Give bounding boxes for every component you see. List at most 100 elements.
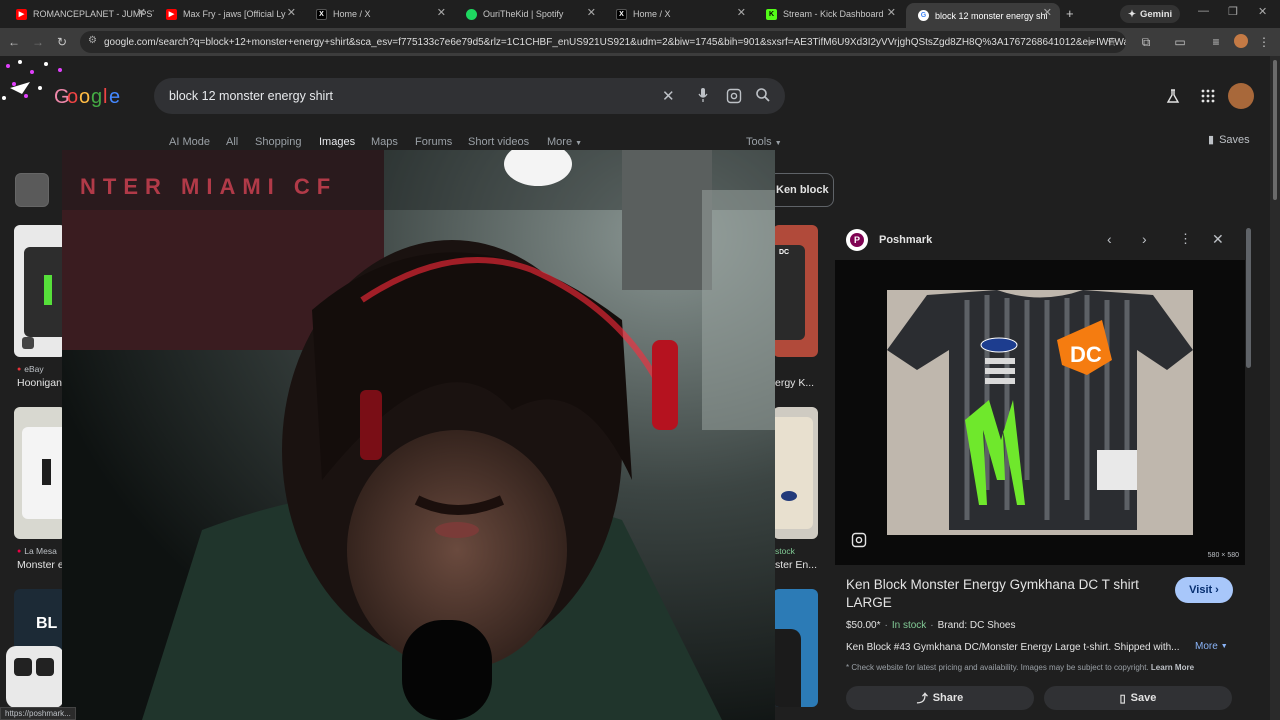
person-image (773, 629, 801, 707)
learn-more-link[interactable]: Learn More (1151, 663, 1194, 672)
x-icon: X (616, 8, 627, 20)
image-result[interactable] (773, 407, 818, 539)
tab-all[interactable]: All (226, 136, 238, 148)
google-doodle-logo[interactable]: G o o g l e (0, 58, 130, 108)
tab-short-videos[interactable]: Short videos (468, 136, 529, 148)
profile-avatar[interactable] (1234, 34, 1248, 48)
address-bar[interactable]: ⚙ google.com/search?q=block+12+monster+e… (80, 31, 1126, 53)
source-name[interactable]: Poshmark (879, 234, 932, 246)
bookmark-icon: ▯ (1119, 692, 1126, 705)
youtube-icon: ▶ (166, 8, 177, 20)
image-result[interactable] (14, 407, 66, 539)
site-info-icon[interactable]: ⚙ (88, 35, 97, 46)
tab-more[interactable]: More ▼ (547, 136, 582, 148)
gemini-button[interactable]: ✦ Gemini (1120, 5, 1181, 23)
reload-icon[interactable]: ↻ (54, 34, 70, 50)
browser-tab[interactable]: K Stream - Kick Dashboard ✕ (754, 3, 904, 25)
restore-icon[interactable]: ❐ (1228, 5, 1238, 18)
tools-button[interactable]: Tools ▼ (746, 136, 782, 148)
browser-tab[interactable]: OuriTheKid | Spotify ✕ (454, 3, 604, 25)
google-account-avatar[interactable] (1228, 83, 1254, 109)
panel-scrollbar[interactable] (1246, 228, 1251, 368)
result-title[interactable]: Monster e (17, 559, 64, 571)
search-icon[interactable] (755, 87, 771, 103)
new-tab-icon[interactable]: + (1066, 6, 1074, 21)
close-tab-icon[interactable]: ✕ (137, 6, 146, 19)
result-source: stock (775, 546, 795, 556)
spotify-icon (466, 8, 477, 20)
browser-tab[interactable]: ▶ ROMANCEPLANET - JUMPST ✕ (4, 3, 154, 25)
zoom-icon[interactable]: ⌕ (1084, 34, 1100, 50)
more-options-icon[interactable]: ⋮ (1179, 231, 1192, 247)
save-button[interactable]: ▯ Save (1044, 686, 1232, 710)
svg-text:o: o (79, 86, 90, 108)
bl-text-image: BL (36, 615, 58, 632)
youtube-icon: ▶ (16, 8, 27, 20)
tools-label: Tools (746, 136, 772, 148)
browser-tab[interactable]: X Home / X ✕ (304, 3, 454, 25)
filter-chip-thumbnail[interactable] (15, 173, 49, 207)
tab-maps[interactable]: Maps (371, 136, 398, 148)
cast-icon[interactable]: ▭ (1172, 34, 1188, 50)
svg-text:DC: DC (1070, 342, 1102, 367)
apps-grid-icon[interactable] (1201, 89, 1215, 103)
stock-status: In stock (891, 620, 927, 631)
close-tab-icon[interactable]: ✕ (587, 6, 596, 19)
saves-button[interactable]: ▮ Saves (1208, 133, 1250, 147)
image-result[interactable] (14, 225, 66, 357)
price: $50.00* (846, 620, 881, 631)
more-button[interactable]: More ▼ (1195, 641, 1228, 652)
chevron-down-icon: ▼ (774, 140, 782, 147)
close-tab-icon[interactable]: ✕ (1043, 6, 1052, 19)
chevron-down-icon: ▼ (575, 140, 583, 147)
close-tab-icon[interactable]: ✕ (887, 6, 896, 19)
preview-image-frame[interactable]: DC 580 × 580 (835, 260, 1245, 565)
reading-list-icon[interactable]: ≡ (1208, 34, 1224, 50)
previous-icon[interactable]: ‹ (1107, 231, 1112, 247)
image-result[interactable]: DC (773, 225, 818, 357)
microphone-icon[interactable] (698, 87, 708, 102)
clear-search-icon[interactable]: ✕ (662, 87, 675, 105)
lens-search-icon[interactable] (851, 532, 867, 548)
extensions-icon[interactable]: ⧉ (1138, 34, 1154, 50)
tab-forums[interactable]: Forums (415, 136, 452, 148)
lens-icon[interactable] (726, 88, 742, 104)
search-input[interactable]: block 12 monster energy shirt (169, 89, 333, 103)
minimize-icon[interactable]: — (1198, 5, 1209, 17)
chevron-right-icon: › (1215, 584, 1219, 596)
tshirt-image (773, 245, 805, 340)
result-title[interactable]: ster En... (775, 559, 817, 571)
visit-button[interactable]: Visit › (1175, 577, 1233, 603)
page-scrollbar[interactable] (1270, 56, 1280, 720)
tab-ai-mode[interactable]: AI Mode (169, 136, 210, 148)
tab-shopping[interactable]: Shopping (255, 136, 302, 148)
save-label: Save (1130, 692, 1157, 704)
close-window-icon[interactable]: ✕ (1258, 5, 1267, 18)
tab-images[interactable]: Images (319, 136, 355, 148)
share-button[interactable]: ⤴ Share (846, 686, 1034, 710)
ford-logo-shape (781, 491, 797, 501)
next-icon[interactable]: › (1142, 231, 1147, 247)
close-tab-icon[interactable]: ✕ (737, 6, 746, 19)
result-title[interactable]: ergy K... (775, 377, 814, 389)
back-icon[interactable]: ← (6, 34, 22, 50)
close-panel-icon[interactable]: ✕ (1212, 231, 1224, 248)
browser-tab-active[interactable]: G block 12 monster energy shi ✕ (906, 3, 1060, 28)
browser-tab[interactable]: X Home / X ✕ (604, 3, 754, 25)
search-box[interactable]: block 12 monster energy shirt ✕ (154, 78, 785, 114)
browser-tab[interactable]: ▶ Max Fry - jaws [Official Ly ✕ (154, 3, 304, 25)
close-tab-icon[interactable]: ✕ (437, 6, 446, 19)
result-title[interactable]: Hoonigan (17, 377, 62, 389)
forward-icon[interactable]: → (30, 34, 46, 50)
image-result[interactable] (773, 589, 818, 707)
chip-label: Ken block (776, 184, 829, 196)
background-sign-text: NTER MIAMI CF (80, 174, 337, 199)
url-text: google.com/search?q=block+12+monster+ene… (104, 36, 1126, 48)
menu-icon[interactable]: ⋮ (1256, 34, 1272, 50)
close-tab-icon[interactable]: ✕ (287, 6, 296, 19)
bookmark-star-icon[interactable]: ☆ (1104, 34, 1120, 50)
filter-chip-ken-block[interactable]: Ken block (768, 173, 834, 207)
svg-text:e: e (109, 86, 120, 108)
product-title[interactable]: Ken Block Monster Energy Gymkhana DC T s… (846, 576, 1156, 612)
labs-flask-icon[interactable] (1166, 89, 1180, 103)
